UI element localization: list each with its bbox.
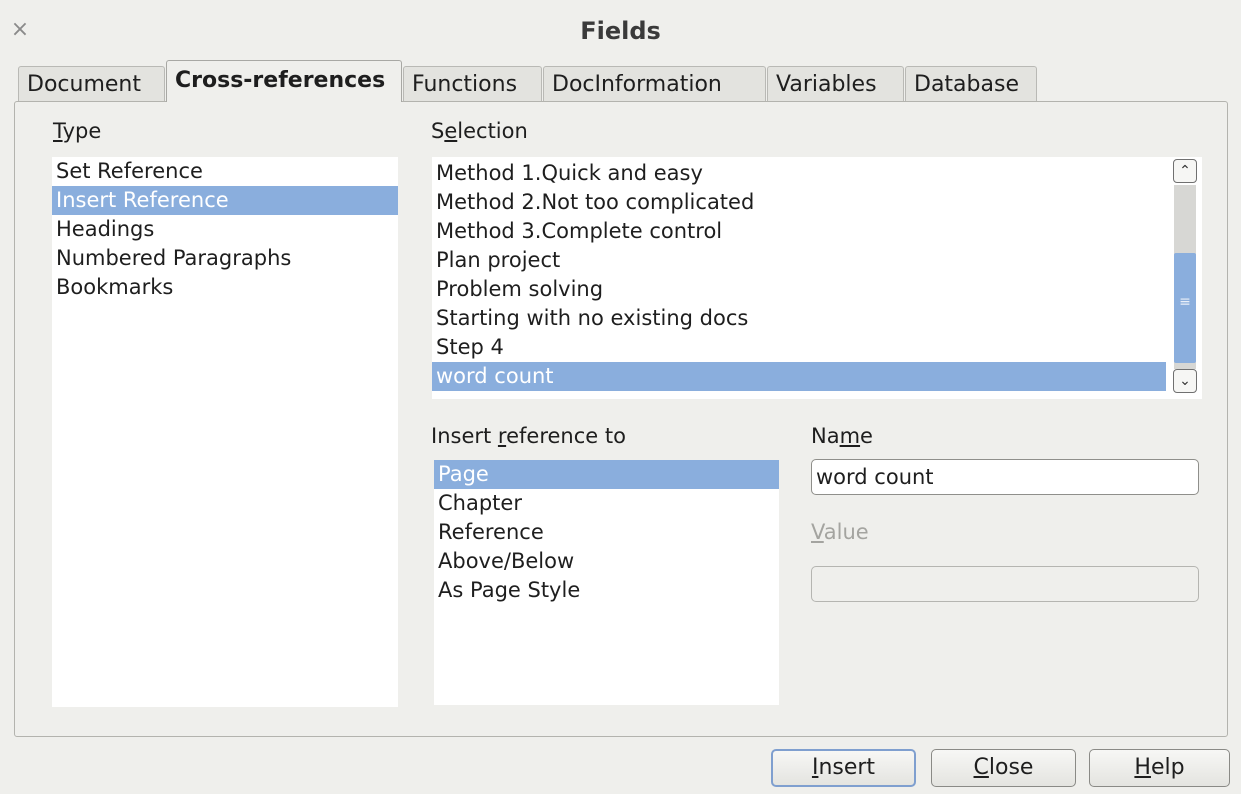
- name-input[interactable]: [811, 459, 1199, 495]
- scroll-down-icon[interactable]: ⌄: [1173, 369, 1197, 393]
- tab-database[interactable]: Database: [905, 66, 1037, 101]
- selection-scrollbar[interactable]: ⌃ ≡ ⌄: [1172, 159, 1198, 395]
- tab-cross-references[interactable]: Cross-references: [166, 60, 402, 102]
- type-item-insert-reference[interactable]: Insert Reference: [52, 186, 398, 215]
- selection-item[interactable]: Plan project: [432, 246, 1166, 275]
- scrollbar-thumb[interactable]: ≡: [1174, 253, 1196, 363]
- grip-icon: ≡: [1179, 294, 1191, 310]
- selection-item[interactable]: Problem solving: [432, 275, 1166, 304]
- tab-document[interactable]: Document: [18, 66, 165, 101]
- type-label: Type: [53, 119, 102, 143]
- insert-reference-list[interactable]: Page Chapter Reference Above/Below As Pa…: [434, 460, 779, 705]
- type-item-bookmarks[interactable]: Bookmarks: [52, 273, 398, 302]
- tab-functions[interactable]: Functions: [403, 66, 542, 101]
- insert-ref-item-as-page-style[interactable]: As Page Style: [434, 576, 779, 605]
- insert-ref-item-above-below[interactable]: Above/Below: [434, 547, 779, 576]
- insert-ref-item-chapter[interactable]: Chapter: [434, 489, 779, 518]
- close-button[interactable]: Close: [931, 749, 1076, 787]
- dialog-title: Fields: [580, 17, 661, 45]
- insert-reference-to-label: Insert reference to: [431, 424, 626, 448]
- type-item-headings[interactable]: Headings: [52, 215, 398, 244]
- selection-item-word-count[interactable]: word count: [432, 362, 1166, 391]
- type-list[interactable]: Set Reference Insert Reference Headings …: [52, 157, 398, 707]
- title-bar: × Fields: [0, 0, 1241, 62]
- selection-item[interactable]: Method 2.Not too complicated: [432, 188, 1166, 217]
- value-label: Value: [811, 520, 869, 544]
- value-input[interactable]: [811, 566, 1199, 602]
- name-label: Name: [811, 424, 873, 448]
- selection-item[interactable]: Method 3.Complete control: [432, 217, 1166, 246]
- selection-item[interactable]: Method 1.Quick and easy: [432, 159, 1166, 188]
- selection-list[interactable]: Method 1.Quick and easy Method 2.Not too…: [432, 157, 1202, 399]
- selection-item[interactable]: Starting with no existing docs: [432, 304, 1166, 333]
- insert-ref-item-reference[interactable]: Reference: [434, 518, 779, 547]
- help-button[interactable]: Help: [1089, 749, 1230, 787]
- selection-label: Selection: [431, 119, 528, 143]
- scroll-up-icon[interactable]: ⌃: [1173, 159, 1197, 183]
- tab-docinformation[interactable]: DocInformation: [543, 66, 766, 101]
- tab-variables[interactable]: Variables: [767, 66, 904, 101]
- selection-item[interactable]: Step 4: [432, 333, 1166, 362]
- insert-ref-item-page[interactable]: Page: [434, 460, 779, 489]
- type-item-set-reference[interactable]: Set Reference: [52, 157, 398, 186]
- tab-panel: Type Set Reference Insert Reference Head…: [14, 101, 1228, 737]
- type-item-numbered-paragraphs[interactable]: Numbered Paragraphs: [52, 244, 398, 273]
- insert-button[interactable]: Insert: [771, 749, 916, 787]
